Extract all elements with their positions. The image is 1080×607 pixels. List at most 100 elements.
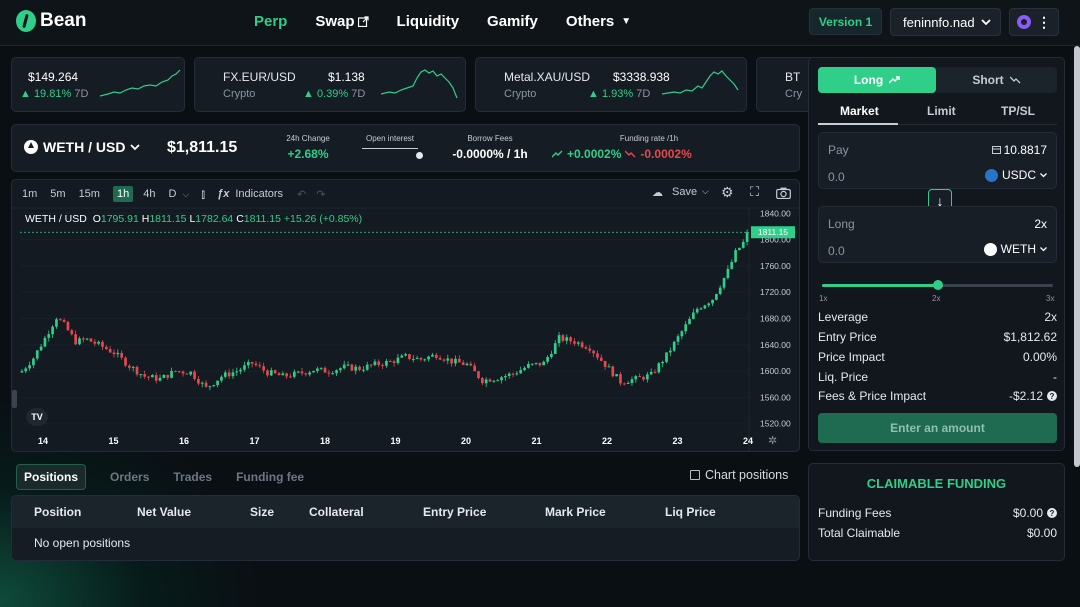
tab-market[interactable]: Market [840,104,879,118]
candle-body [135,366,139,375]
ticker-card[interactable]: FX.EUR/USD $1.138 Crypto ▲ 0.39% 7D [194,57,466,112]
nav-others[interactable]: Others ▼ [566,13,631,30]
info-value: -$2.12 [1008,389,1043,403]
info-label: Price Impact [818,350,885,364]
info-row-fees: Fees & Price Impact -$2.12? [818,389,1057,403]
timeframe-d[interactable]: D [168,188,176,200]
candle-body [70,330,74,335]
ticker-card[interactable]: Metal.XAU/USD $3338.938 Crypto ▲ 1.93% 7… [475,57,747,112]
submit-order-button[interactable]: Enter an amount [818,413,1057,443]
pair-selector[interactable]: WETH / USD [24,139,141,155]
nav-swap[interactable]: Swap [315,13,369,30]
save-options-icon[interactable]: ⌵ [702,186,709,197]
candle-body [216,380,219,386]
ticker-card[interactable]: $149.264 ▲ 19.81% 7D [11,57,185,112]
info-row-price-impact: Price Impact 0.00% [818,350,1057,364]
candle-body [55,319,58,327]
candle-body [266,370,269,376]
time-tick-label: 22 [602,436,612,446]
candle-body [400,355,404,358]
candle-body [473,365,477,372]
stat-value: +2.68% [287,147,329,161]
price-chart[interactable]: 1840.00 1800.00 1760.00 1720.00 1680.00 1640.… [11,179,800,452]
info-icon[interactable] [416,152,423,159]
ticker-card[interactable]: BT Cry [756,57,816,112]
col-entry-price: Entry Price [423,505,487,519]
fullscreen-icon[interactable]: ⛶ [750,184,759,200]
indicators-icon[interactable]: ƒx [217,188,229,200]
slider-label-2x: 2x [932,294,941,303]
candle-body [258,365,262,367]
camera-icon[interactable] [776,187,791,199]
info-label: Fees & Price Impact [818,389,927,403]
time-tick-label: 21 [531,436,541,446]
info-row-entry-price: Entry Price $1,812.62 [818,330,1057,344]
stat-borrow-fees: Borrow Fees -0.0000% / 1h [442,134,538,161]
chevron-down-icon [130,143,141,150]
timeframe-1h[interactable]: 1h [112,186,134,202]
scroll-handle[interactable] [12,390,17,408]
tab-limit[interactable]: Limit [927,104,956,118]
tab-orders[interactable]: Orders [110,470,149,484]
candle-body [139,374,143,376]
timeframe-1m[interactable]: 1m [22,188,37,200]
candle-body [396,357,400,363]
timeframe-5m[interactable]: 5m [50,188,65,200]
help-icon[interactable]: ? [1047,391,1057,401]
chart-settings-icon[interactable]: ✲ [768,434,777,447]
candle-body [599,357,603,361]
candle-body [634,376,638,380]
candle-body [162,374,166,378]
pay-token-selector[interactable]: USDC [984,168,1047,182]
indicators-button[interactable]: Indicators [235,188,283,200]
pay-amount-input[interactable]: 0.0 [828,170,845,184]
version-badge[interactable]: Version 1 [809,8,882,35]
account-button[interactable]: feninnfo.nad [890,8,1001,36]
candle-body [515,373,519,375]
leverage-slider[interactable] [822,280,1053,290]
long-tab-label: Long [853,73,884,87]
candle-body [43,337,47,347]
page-scrollbar[interactable] [1074,46,1080,467]
trend-up-icon [889,76,900,84]
logo[interactable]: Bean [16,10,86,32]
candle-body [101,341,104,347]
short-tab[interactable]: Short [936,67,1057,93]
candle-body [431,354,434,357]
kebab-menu-icon[interactable]: ⋮ [1037,14,1051,31]
nav-gamify[interactable]: Gamify [487,13,538,30]
candle-body [385,360,388,366]
settings-gear-icon[interactable]: ⚙ [721,184,734,201]
long-token: WETH [1000,242,1036,256]
candle-body [212,385,216,387]
nav-liquidity[interactable]: Liquidity [397,13,460,30]
timeframe-4h[interactable]: 4h [143,188,155,200]
candle-body [304,373,308,375]
long-tab[interactable]: Long [818,67,936,93]
legend-symbol: WETH / USD [25,213,87,225]
tab-funding-fee[interactable]: Funding fee [236,470,304,484]
save-button[interactable]: Save [672,186,697,198]
timeframe-15m[interactable]: 15m [79,188,100,200]
candle-body [692,312,695,319]
leverage-slider-handle[interactable] [932,280,943,290]
chart-positions-toggle[interactable]: Chart positions [690,468,788,482]
help-icon[interactable]: ? [1047,508,1057,518]
redo-icon[interactable]: ↷ [316,188,325,201]
candle-type-icon[interactable]: ⫾ [201,187,205,202]
candle-body [319,367,323,369]
timeframe-more-icon[interactable]: ⌵ [182,189,189,200]
network-menu-button[interactable]: ⋮ [1009,8,1059,36]
nav-perp[interactable]: Perp [254,13,287,30]
candle-body [62,320,66,322]
stat-label: Funding rate /1h [619,134,679,143]
long-token-selector[interactable]: WETH [983,242,1047,256]
external-link-icon [357,16,369,27]
undo-icon[interactable]: ↶ [297,188,306,201]
tab-positions[interactable]: Positions [16,464,87,490]
long-amount-input[interactable]: 0.0 [828,244,845,258]
tab-trades[interactable]: Trades [173,470,212,484]
tab-tpsl[interactable]: TP/SL [1001,104,1035,118]
chart-positions-checkbox[interactable] [690,470,700,480]
candle-body [308,372,312,375]
